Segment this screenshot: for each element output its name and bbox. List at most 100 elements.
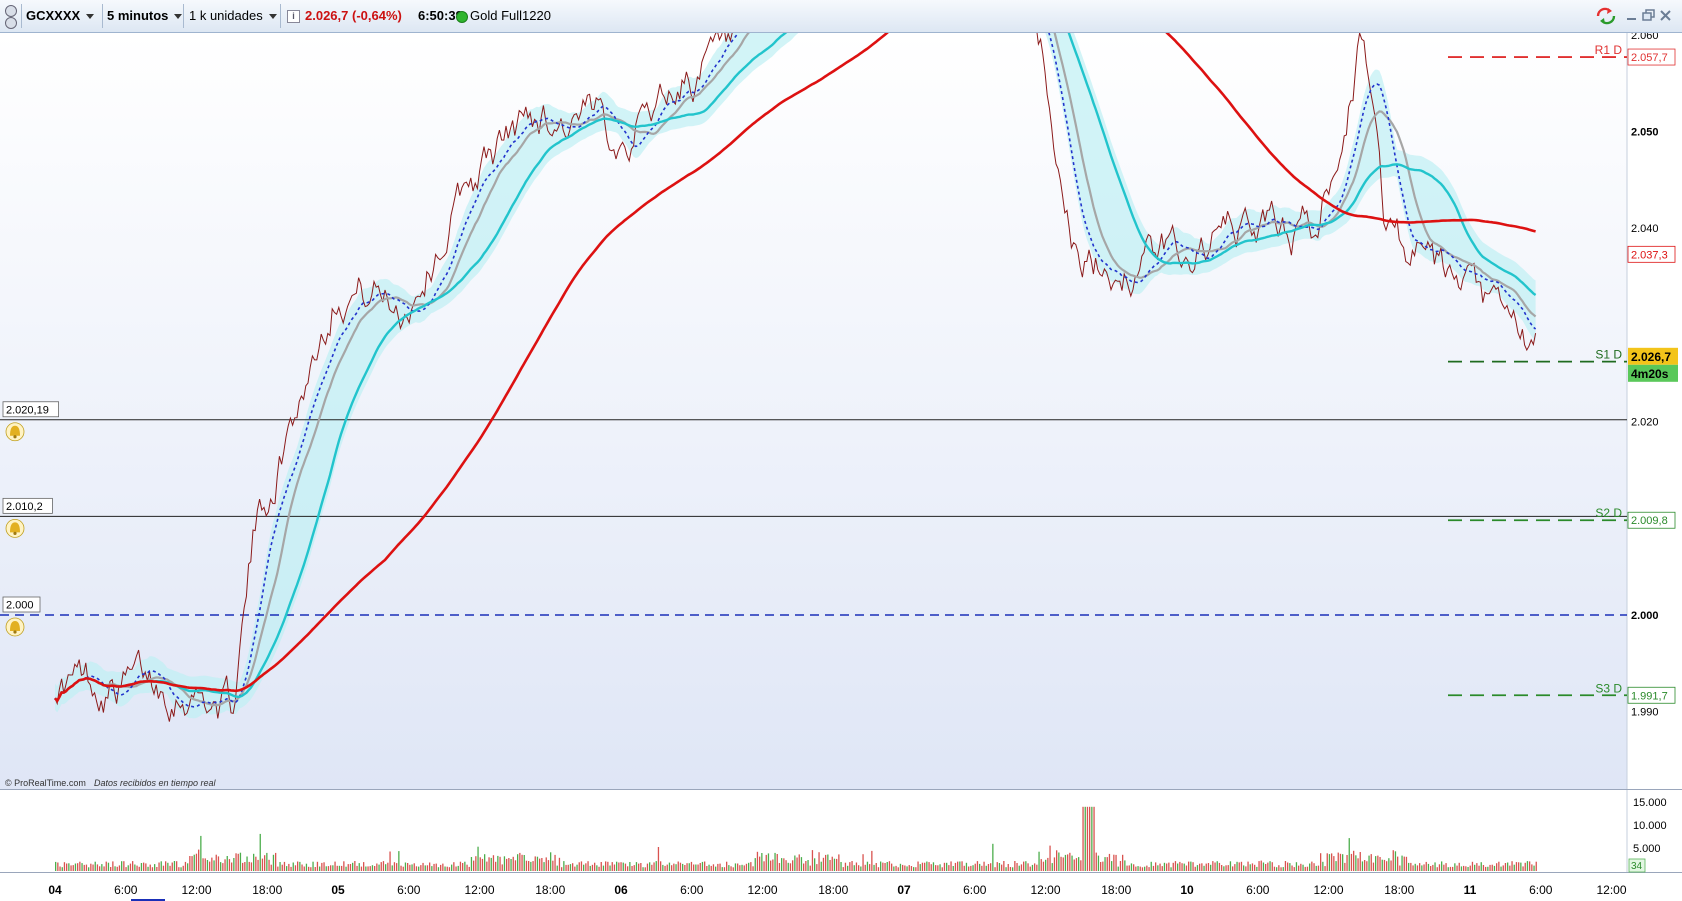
volume-bar <box>418 866 420 871</box>
volume-bar <box>1148 867 1150 871</box>
volume-bar <box>264 855 266 871</box>
volume-bar <box>1326 853 1328 871</box>
volume-bar <box>532 861 534 871</box>
volume-bar <box>1480 862 1482 871</box>
volume-bar <box>451 864 453 871</box>
volume-bar <box>134 864 136 871</box>
volume-bar <box>316 861 319 871</box>
volume-bar <box>409 864 411 871</box>
volume-bar <box>1333 856 1335 871</box>
volume-bar <box>536 856 539 871</box>
bell-icon[interactable] <box>5 518 25 538</box>
volume-bar <box>794 855 796 871</box>
volume-bar <box>585 863 587 871</box>
volume-bar <box>321 862 323 871</box>
volume-bar <box>521 854 523 871</box>
chart-menu-icon[interactable] <box>4 4 18 29</box>
volume-bar <box>103 866 105 871</box>
volume-bar <box>712 864 715 871</box>
minimize-icon[interactable] <box>1625 9 1638 22</box>
volume-bar <box>259 833 261 871</box>
volume-bar <box>1322 861 1324 871</box>
volume-bar <box>1095 852 1097 871</box>
volume-bar <box>1014 861 1016 871</box>
volume-bar <box>517 854 519 871</box>
volume-bar <box>74 863 77 871</box>
volume-bar <box>327 866 330 871</box>
volume-bar <box>572 863 574 871</box>
alert-label: 2.000 <box>6 600 34 612</box>
volume-bar <box>1434 862 1436 871</box>
volume-bar <box>1361 861 1364 871</box>
volume-bar <box>752 866 754 871</box>
volume-bar <box>1207 863 1210 871</box>
volume-bar <box>1179 861 1181 871</box>
units-selector[interactable]: 1 k unidades <box>189 5 277 27</box>
volume-bar <box>473 860 475 871</box>
volume-bar <box>1372 862 1375 871</box>
volume-bar <box>1449 866 1452 871</box>
volume-bar <box>514 860 517 871</box>
volume-bar <box>906 866 908 871</box>
volume-bar <box>1188 861 1190 871</box>
volume-bar <box>1386 861 1388 871</box>
volume-bar <box>501 864 503 871</box>
volume-bar <box>288 863 290 871</box>
chevron-down-icon <box>86 14 95 20</box>
sync-icon[interactable] <box>1594 7 1618 25</box>
volume-bar <box>675 864 677 871</box>
volume-bar <box>655 861 657 871</box>
volume-bar <box>114 866 116 871</box>
volume-bar <box>341 865 343 871</box>
price-chart[interactable]: 2.089,32.020,192.010,22.000 R3 D2.090,7R… <box>0 33 1682 901</box>
volume-bar <box>433 863 435 871</box>
volume-bar <box>1375 856 1377 871</box>
volume-bar <box>154 864 156 871</box>
volume-bar <box>470 857 473 871</box>
close-icon[interactable] <box>1659 9 1672 22</box>
volume-bar <box>253 853 255 871</box>
volume-bar <box>1086 806 1089 871</box>
volume-bar <box>1522 866 1524 871</box>
volume-bar <box>550 852 552 871</box>
volume-bar <box>594 862 596 871</box>
volume-bar <box>1203 865 1205 871</box>
volume-bar <box>1313 863 1315 871</box>
volume-bar <box>543 862 545 871</box>
volume-bar <box>220 862 222 871</box>
instrument-selector[interactable]: GCXXXX <box>26 5 95 27</box>
volume-bar <box>677 861 679 871</box>
bell-icon[interactable] <box>5 617 25 637</box>
volume-bar <box>866 861 869 871</box>
volume-bar <box>204 858 206 871</box>
bell-icon[interactable] <box>5 422 25 442</box>
volume-bar <box>992 843 994 871</box>
timeframe-selector[interactable]: 5 minutos <box>107 5 183 27</box>
volume-bar <box>1170 867 1172 871</box>
volume-bar <box>825 854 827 871</box>
volume-bar <box>1126 865 1128 871</box>
volume-bar <box>444 866 446 871</box>
volume-bar <box>206 860 209 871</box>
volume-bar <box>891 863 893 871</box>
info-icon[interactable]: i <box>287 10 300 23</box>
volume-bar <box>688 863 690 871</box>
volume-bar <box>162 865 165 871</box>
volume-bar <box>717 863 719 871</box>
price-tick-label: 2.020 <box>1631 417 1659 429</box>
volume-bar <box>525 860 528 871</box>
restore-icon[interactable] <box>1642 9 1655 22</box>
volume-bar <box>94 861 96 871</box>
volume-bar <box>693 864 695 871</box>
volume-bar <box>1441 861 1443 871</box>
volume-bar <box>178 867 180 871</box>
volume-bar <box>1042 861 1045 871</box>
volume-bar <box>426 865 429 871</box>
volume-bar <box>987 864 990 871</box>
volume-bar <box>842 867 844 871</box>
volume-bar <box>519 852 521 871</box>
volume-bar <box>1018 865 1020 871</box>
volume-bar <box>1040 859 1042 871</box>
volume-bar <box>1003 861 1005 871</box>
volume-bar <box>195 853 198 871</box>
